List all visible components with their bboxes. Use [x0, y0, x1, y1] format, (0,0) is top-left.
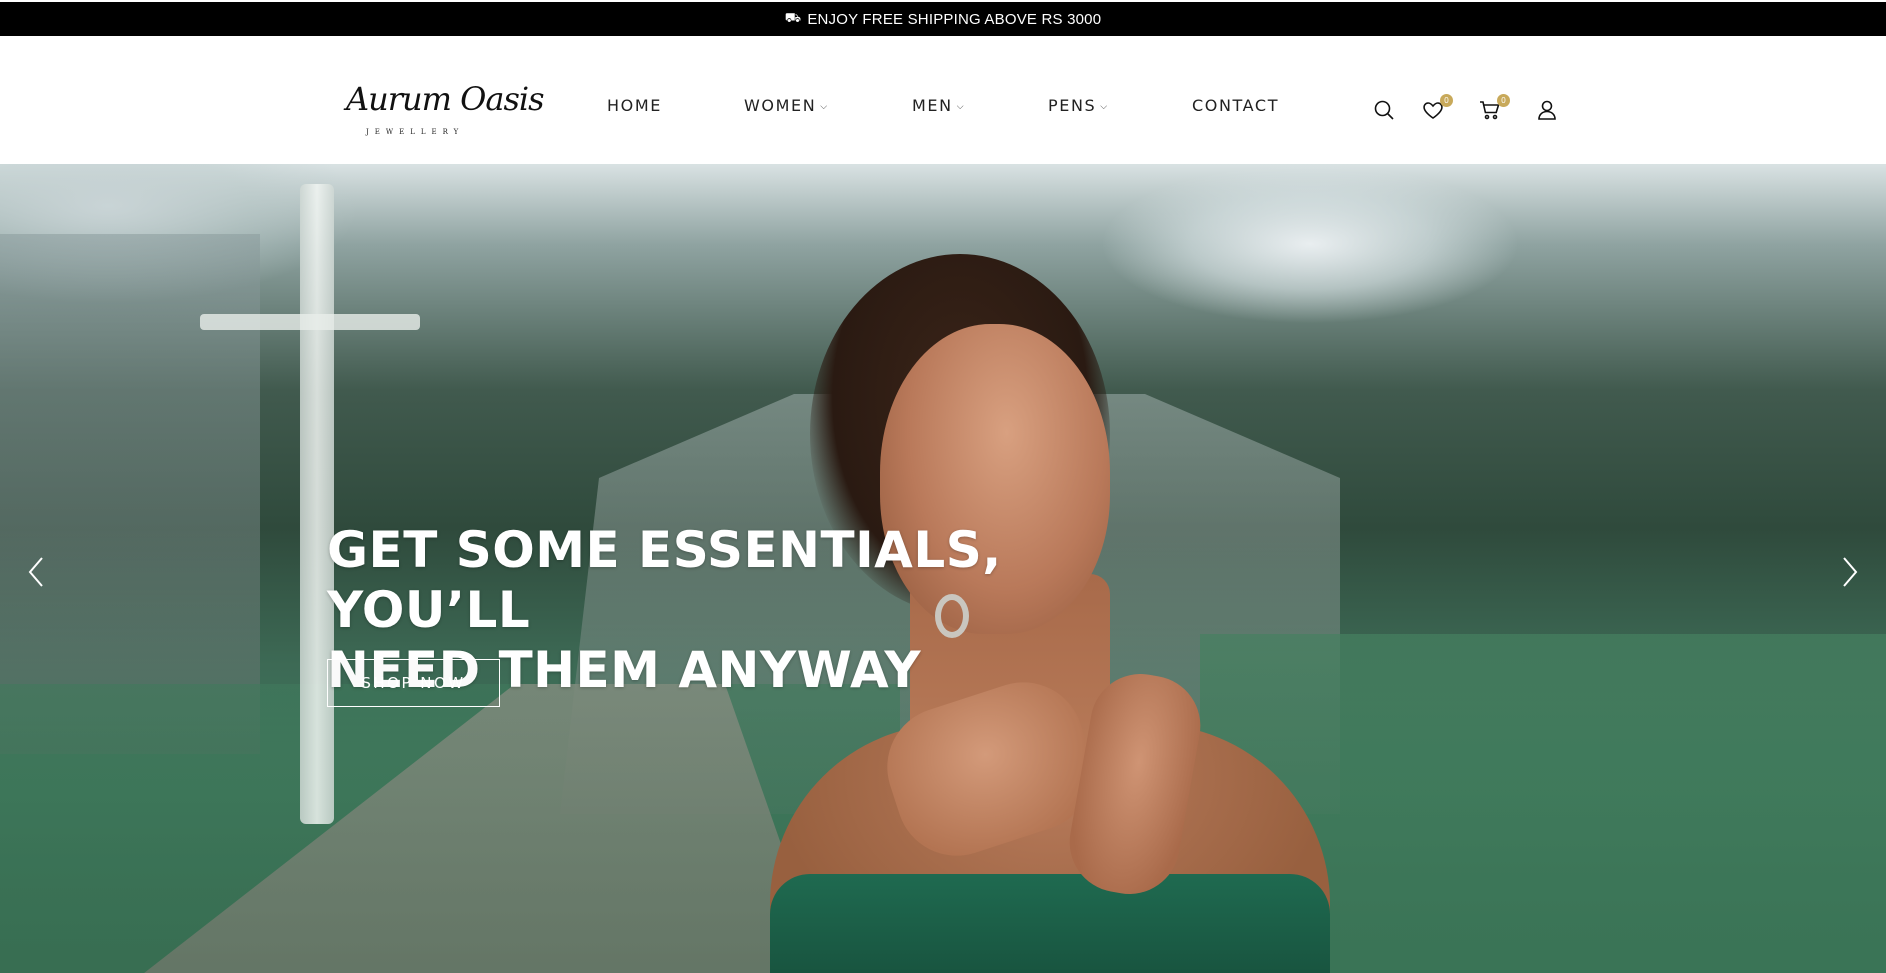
- brand-logo[interactable]: Aurum Oasis JEWELLERY: [346, 80, 545, 146]
- slider-prev-button[interactable]: [22, 550, 52, 594]
- announcement-bar: ⛟ ENJOY FREE SHIPPING ABOVE RS 3000: [0, 0, 1886, 36]
- announcement-text: ENJOY FREE SHIPPING ABOVE RS 3000: [807, 10, 1102, 28]
- nav-home[interactable]: HOME: [607, 96, 662, 115]
- nav-home-label: HOME: [607, 96, 662, 115]
- nav-contact[interactable]: CONTACT: [1192, 96, 1279, 115]
- user-icon[interactable]: [1535, 98, 1561, 124]
- wishlist-button[interactable]: 0: [1421, 94, 1453, 124]
- shop-now-button[interactable]: SHOP NOW: [327, 659, 500, 707]
- nav-men-label: MEN: [912, 96, 953, 115]
- lamp-post: [300, 184, 334, 824]
- nav-men[interactable]: MEN ⌵: [912, 96, 965, 115]
- nav-pens-label: PENS: [1048, 96, 1097, 115]
- hero-title-line1: GET SOME ESSENTIALS, YOU’LL: [327, 521, 1002, 639]
- nav-pens[interactable]: PENS ⌵: [1048, 96, 1109, 115]
- cart-count-badge: 0: [1497, 94, 1510, 107]
- cart-button[interactable]: 0: [1478, 94, 1510, 124]
- site-header: Aurum Oasis JEWELLERY HOME WOMEN ⌵ MEN ⌵…: [0, 36, 1886, 164]
- nav-women[interactable]: WOMEN ⌵: [744, 96, 829, 115]
- slider-next-button[interactable]: [1834, 550, 1864, 594]
- nav-women-label: WOMEN: [744, 96, 817, 115]
- chevron-right-icon: [1843, 557, 1858, 587]
- chevron-down-icon: ⌵: [1100, 101, 1109, 112]
- chevron-down-icon: ⌵: [956, 101, 966, 112]
- chevron-left-icon: [28, 557, 43, 587]
- truck-icon: ⛟: [784, 10, 802, 25]
- logo-script: Aurum Oasis: [346, 80, 545, 118]
- nav-contact-label: CONTACT: [1192, 96, 1280, 115]
- logo-subtitle: JEWELLERY: [366, 128, 465, 136]
- chevron-down-icon: ⌵: [820, 101, 829, 112]
- wishlist-count-badge: 0: [1440, 94, 1453, 107]
- hero-slider: GET SOME ESSENTIALS, YOU’LL NEED THEM AN…: [0, 164, 1886, 973]
- search-icon[interactable]: [1372, 98, 1398, 124]
